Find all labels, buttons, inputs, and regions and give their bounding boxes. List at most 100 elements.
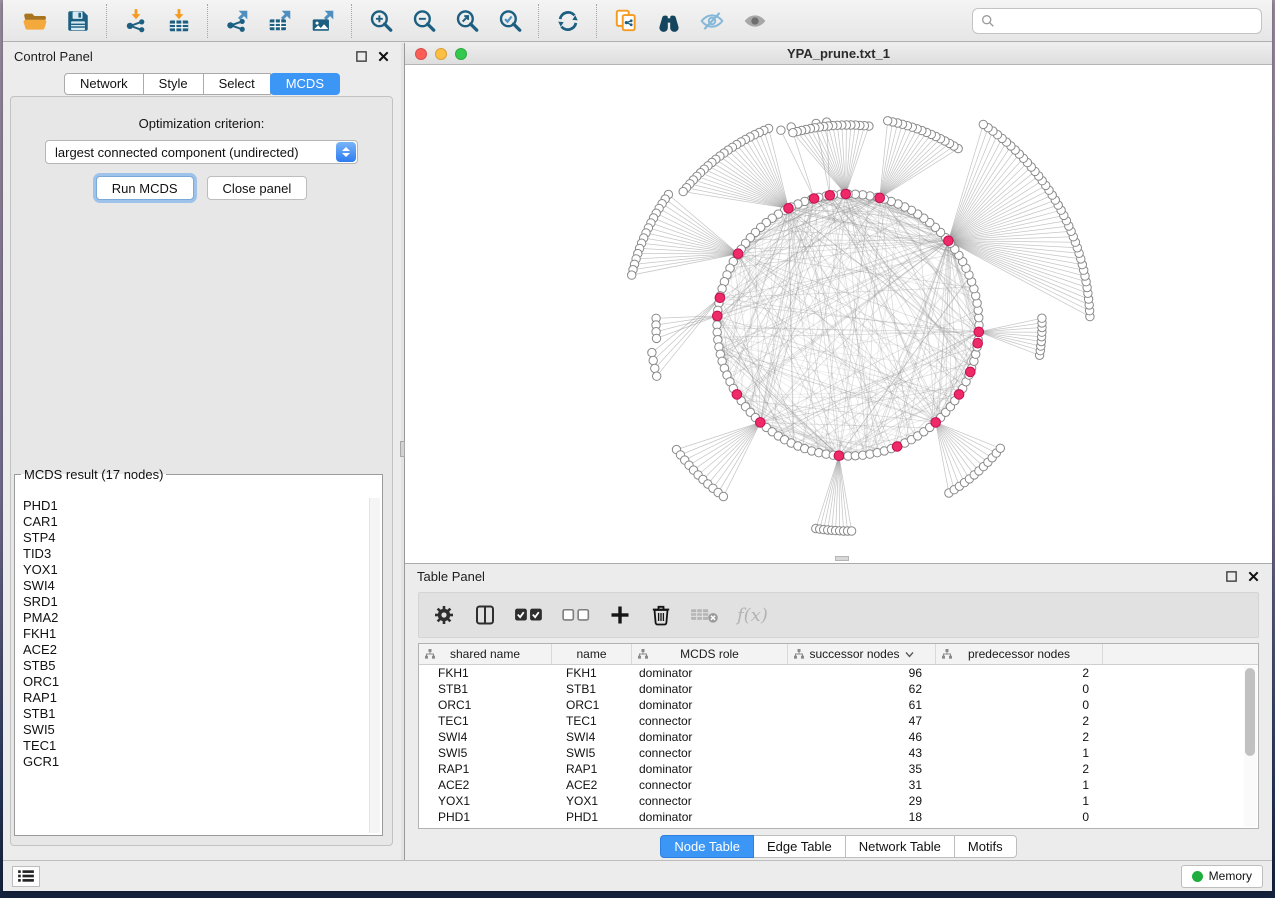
node-table-body: FKH1FKH1dominator962STB1STB1dominator620…	[419, 665, 1258, 825]
save-session-button[interactable]	[62, 5, 93, 36]
close-panel-icon[interactable]	[377, 50, 390, 63]
mcds-result-box: MCDS result (17 nodes) PHD1CAR1STP4TID3Y…	[14, 467, 383, 836]
network-window-titlebar: YPA_prune.txt_1	[405, 43, 1272, 65]
control-panel-title: Control Panel	[14, 49, 93, 64]
mcds-result-item[interactable]: YOX1	[17, 562, 368, 578]
column-header-shared-name[interactable]: shared name	[419, 644, 552, 664]
export-table-icon	[267, 8, 293, 34]
mcds-result-item[interactable]: SWI4	[17, 578, 368, 594]
memory-status-icon	[1192, 871, 1203, 882]
import-network-button[interactable]	[120, 5, 151, 36]
mcds-result-item[interactable]: TEC1	[17, 738, 368, 754]
search-input[interactable]	[1001, 13, 1253, 28]
export-image-button[interactable]	[307, 5, 338, 36]
search-icon	[981, 14, 995, 28]
mcds-result-item[interactable]: CAR1	[17, 514, 368, 530]
window-close-button[interactable]	[415, 48, 427, 60]
column-namespace-icon	[424, 648, 436, 660]
column-header-successor-nodes[interactable]: successor nodes	[788, 644, 936, 664]
control-panel: Control Panel NetworkStyleSelectMCDS Opt…	[3, 43, 401, 860]
select-all-rows-button[interactable]	[514, 603, 544, 627]
optimization-criterion-value: largest connected component (undirected)	[55, 145, 299, 160]
network-edges-layer	[632, 121, 1090, 531]
network-canvas[interactable]	[405, 65, 1272, 562]
table-row[interactable]: PHD1PHD1dominator180	[419, 809, 1258, 825]
mcds-result-item[interactable]: PHD1	[17, 498, 368, 514]
table-settings-button[interactable]	[432, 603, 456, 627]
export-table-button[interactable]	[264, 5, 295, 36]
column-header-name[interactable]: name	[552, 644, 632, 664]
open-session-button[interactable]	[19, 5, 50, 36]
table-scrollbar[interactable]	[1244, 666, 1257, 827]
horizontal-splitter-grip[interactable]	[835, 556, 849, 561]
tab-motifs[interactable]: Motifs	[955, 835, 1017, 858]
mcds-result-item[interactable]: ACE2	[17, 642, 368, 658]
window-zoom-button[interactable]	[455, 48, 467, 60]
optimization-criterion-select[interactable]: largest connected component (undirected)	[45, 140, 358, 164]
zoom-out-button[interactable]	[408, 5, 439, 36]
mcds-result-item[interactable]: STB1	[17, 706, 368, 722]
zoom-selected-button[interactable]	[494, 5, 525, 36]
destroy-table-button-disabled[interactable]	[690, 603, 720, 627]
show-columns-button[interactable]	[473, 603, 497, 627]
zoom-in-button[interactable]	[365, 5, 396, 36]
show-all-button[interactable]	[739, 5, 770, 36]
tab-network-table[interactable]: Network Table	[846, 835, 955, 858]
mcds-result-item[interactable]: SRD1	[17, 594, 368, 610]
column-header-MCDS-role[interactable]: MCDS role	[632, 644, 788, 664]
table-row[interactable]: TEC1TEC1connector472	[419, 713, 1258, 729]
import-network-icon	[123, 8, 149, 34]
table-scrollbar-thumb[interactable]	[1245, 668, 1255, 756]
hide-selected-button[interactable]	[696, 5, 727, 36]
mcds-result-scrollbar[interactable]	[369, 498, 380, 833]
show-panels-menu-button[interactable]	[12, 866, 40, 887]
function-builder-button-disabled[interactable]: f(x)	[737, 605, 768, 626]
table-row[interactable]: ORC1ORC1dominator610	[419, 697, 1258, 713]
mcds-result-item[interactable]: TID3	[17, 546, 368, 562]
mcds-result-item[interactable]: STB5	[17, 658, 368, 674]
mcds-result-item[interactable]: GCR1	[17, 754, 368, 770]
memory-button[interactable]: Memory	[1181, 865, 1263, 888]
mcds-result-item[interactable]: SWI5	[17, 722, 368, 738]
export-network-button[interactable]	[221, 5, 252, 36]
select-first-neighbors-button[interactable]	[653, 5, 684, 36]
mcds-result-title: MCDS result (17 nodes)	[21, 467, 166, 482]
mcds-result-item[interactable]: FKH1	[17, 626, 368, 642]
node-table: shared namenameMCDS rolesuccessor nodesp…	[418, 643, 1259, 829]
close-panel-button[interactable]: Close panel	[207, 176, 308, 200]
tab-mcds[interactable]: MCDS	[270, 73, 340, 95]
run-mcds-button[interactable]: Run MCDS	[96, 176, 194, 200]
table-row[interactable]: ACE2ACE2connector311	[419, 777, 1258, 793]
float-panel-icon[interactable]	[355, 50, 368, 63]
tab-select[interactable]: Select	[204, 73, 271, 95]
zoom-fit-button[interactable]	[451, 5, 482, 36]
clone-network-button[interactable]	[610, 5, 641, 36]
tab-style[interactable]: Style	[144, 73, 204, 95]
table-row[interactable]: YOX1YOX1connector291	[419, 793, 1258, 809]
apply-layout-button[interactable]	[552, 5, 583, 36]
table-row[interactable]: SWI4SWI4dominator462	[419, 729, 1258, 745]
mcds-result-item[interactable]: STP4	[17, 530, 368, 546]
close-panel-icon[interactable]	[1247, 570, 1260, 583]
mcds-result-item[interactable]: ORC1	[17, 674, 368, 690]
window-minimize-button[interactable]	[435, 48, 447, 60]
float-panel-icon[interactable]	[1225, 570, 1238, 583]
delete-column-button[interactable]	[649, 603, 673, 627]
mcds-panel: Optimization criterion: largest connecte…	[10, 96, 393, 846]
deselect-all-rows-button[interactable]	[561, 603, 591, 627]
toolbar-separator	[207, 4, 208, 38]
table-row[interactable]: FKH1FKH1dominator962	[419, 665, 1258, 681]
control-panel-tabs: NetworkStyleSelectMCDS	[3, 73, 401, 95]
tab-node-table[interactable]: Node Table	[660, 835, 754, 858]
create-column-button[interactable]	[608, 603, 632, 627]
import-table-button[interactable]	[163, 5, 194, 36]
table-row[interactable]: SWI5SWI5connector431	[419, 745, 1258, 761]
mcds-result-item[interactable]: RAP1	[17, 690, 368, 706]
tab-network[interactable]: Network	[64, 73, 144, 95]
table-row[interactable]: RAP1RAP1dominator352	[419, 761, 1258, 777]
column-header-predecessor-nodes[interactable]: predecessor nodes	[936, 644, 1103, 664]
mcds-result-item[interactable]: PMA2	[17, 610, 368, 626]
tab-edge-table[interactable]: Edge Table	[754, 835, 846, 858]
column-namespace-icon	[793, 648, 805, 660]
table-row[interactable]: STB1STB1dominator620	[419, 681, 1258, 697]
